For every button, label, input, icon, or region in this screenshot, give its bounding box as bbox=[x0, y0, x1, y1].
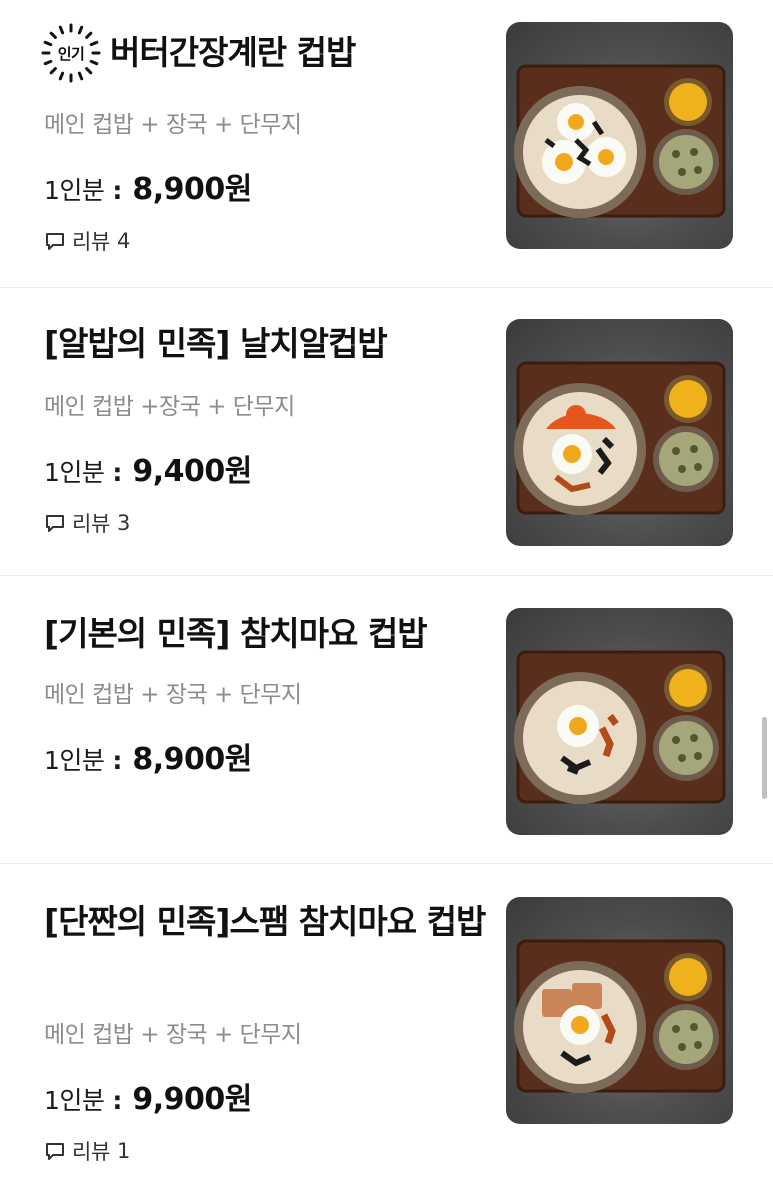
menu-item[interactable]: [단짠의 민족]스팸 참치마요 컵밥 메인 컵밥 + 장국 + 단무지 1인분 … bbox=[0, 864, 773, 1196]
food-illustration bbox=[514, 361, 726, 515]
review-link[interactable]: 리뷰 4 bbox=[44, 226, 130, 256]
price-row: 1인분 : 9,900원 bbox=[44, 1074, 252, 1118]
review-count: 3 bbox=[117, 511, 131, 535]
price-value: 8,900원 bbox=[132, 742, 252, 777]
comment-icon bbox=[46, 515, 64, 532]
price-label: 1인분 bbox=[44, 458, 105, 487]
review-label: 리뷰 bbox=[72, 1140, 111, 1164]
menu-item[interactable]: [알밥의 민족] 날치알컵밥 메인 컵밥 +장국 + 단무지 1인분 : 9,4… bbox=[0, 288, 773, 576]
title-row: 인기 버터간장계란 컵밥 bbox=[41, 22, 356, 84]
review-label: 리뷰 bbox=[72, 512, 111, 536]
comment-icon bbox=[46, 1143, 64, 1160]
review-count: 1 bbox=[117, 1139, 131, 1163]
menu-description: 메인 컵밥 +장국 + 단무지 bbox=[44, 394, 295, 420]
review-link[interactable]: 리뷰 3 bbox=[44, 508, 130, 538]
price-separator: : bbox=[112, 176, 123, 205]
price-row: 1인분 : 8,900원 bbox=[44, 164, 252, 208]
price-value: 9,400원 bbox=[132, 454, 252, 489]
popular-badge: 인기 bbox=[40, 22, 102, 84]
popular-badge-label: 인기 bbox=[57, 44, 85, 63]
price-separator: : bbox=[112, 458, 123, 487]
menu-description: 메인 컵밥 + 장국 + 단무지 bbox=[44, 682, 302, 708]
price-value: 8,900원 bbox=[132, 172, 252, 207]
menu-list: 인기 버터간장계란 컵밥 메인 컵밥 + 장국 + 단무지 1인분 : 8,90… bbox=[0, 0, 773, 1196]
price-row: 1인분 : 8,900원 bbox=[44, 734, 252, 778]
menu-title: [단짠의 민족]스팸 참치마요 컵밥 bbox=[44, 902, 486, 941]
price-row: 1인분 : 9,400원 bbox=[44, 446, 252, 490]
vertical-scrollbar[interactable] bbox=[762, 717, 767, 799]
menu-description: 메인 컵밥 + 장국 + 단무지 bbox=[44, 1022, 302, 1048]
butter-egg-cupbap-photo[interactable] bbox=[506, 22, 733, 249]
tuna-mayo-cupbap-photo[interactable] bbox=[506, 608, 733, 835]
price-separator: : bbox=[112, 746, 123, 775]
review-link[interactable]: 리뷰 1 bbox=[44, 1136, 130, 1166]
menu-title: [기본의 민족] 참치마요 컵밥 bbox=[44, 614, 428, 653]
comment-icon bbox=[46, 233, 64, 250]
menu-item[interactable]: [기본의 민족] 참치마요 컵밥 메인 컵밥 + 장국 + 단무지 1인분 : … bbox=[0, 576, 773, 864]
spam-tuna-mayo-cupbap-photo[interactable] bbox=[506, 897, 733, 1124]
food-illustration bbox=[514, 650, 726, 804]
menu-item[interactable]: 인기 버터간장계란 컵밥 메인 컵밥 + 장국 + 단무지 1인분 : 8,90… bbox=[0, 0, 773, 288]
food-illustration bbox=[514, 64, 726, 218]
review-label: 리뷰 bbox=[72, 230, 111, 254]
menu-title: [알밥의 민족] 날치알컵밥 bbox=[44, 324, 388, 363]
price-label: 1인분 bbox=[44, 176, 105, 205]
price-value: 9,900원 bbox=[132, 1082, 252, 1117]
menu-title: 버터간장계란 컵밥 bbox=[110, 33, 356, 72]
price-separator: : bbox=[112, 1086, 123, 1115]
review-count: 4 bbox=[117, 229, 131, 253]
price-label: 1인분 bbox=[44, 746, 105, 775]
food-illustration bbox=[514, 939, 726, 1093]
price-label: 1인분 bbox=[44, 1086, 105, 1115]
menu-description: 메인 컵밥 + 장국 + 단무지 bbox=[44, 112, 302, 138]
flying-fish-roe-cupbap-photo[interactable] bbox=[506, 319, 733, 546]
